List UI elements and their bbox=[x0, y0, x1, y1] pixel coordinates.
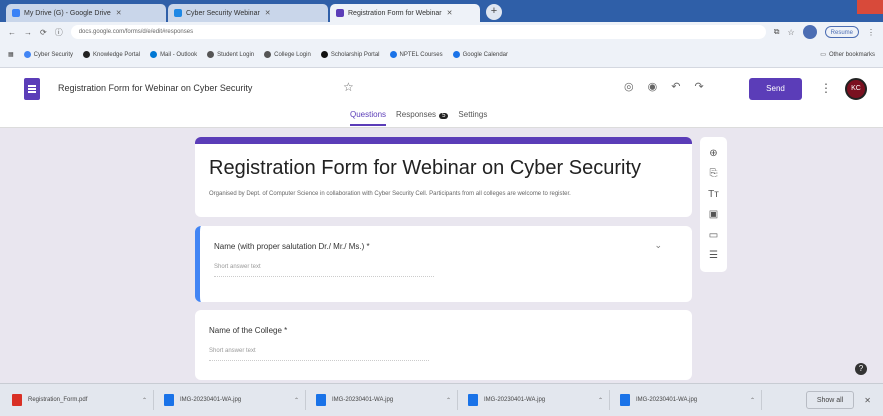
pdf-file-icon bbox=[12, 394, 22, 406]
profile-avatar[interactable] bbox=[802, 25, 817, 39]
form-name[interactable]: Registration Form for Webinar on Cyber S… bbox=[58, 83, 252, 93]
redo-icon[interactable]: ↷ bbox=[694, 80, 703, 93]
browser-tab-active[interactable]: Registration Form for Webinar ✕ bbox=[330, 4, 480, 22]
download-item[interactable]: IMG-20230401-WA.jpg ⌃ bbox=[310, 390, 458, 410]
help-icon[interactable]: ? bbox=[855, 363, 867, 375]
bookmark-item[interactable]: Google Calendar bbox=[452, 51, 508, 58]
bookmark-star-icon[interactable]: ☆ bbox=[787, 28, 794, 37]
tab-settings[interactable]: Settings bbox=[458, 110, 487, 126]
browser-menu-icon[interactable]: ⋮ bbox=[867, 28, 875, 37]
forms-toolbar: Registration Form for Webinar on Cyber S… bbox=[0, 68, 883, 128]
browser-tab[interactable]: Cyber Security Webinar ✕ bbox=[168, 4, 328, 22]
question-card[interactable]: Name (with proper salutation Dr./ Mr./ M… bbox=[195, 226, 692, 302]
show-all-button[interactable]: Show all bbox=[805, 391, 855, 409]
address-bar-row: ← → ⟳ ⓘ docs.google.com/forms/d/e/edit#r… bbox=[0, 22, 883, 42]
browser-tab[interactable]: My Drive (G) - Google Drive ✕ bbox=[6, 4, 166, 22]
bookmark-item[interactable]: College Login bbox=[264, 51, 311, 58]
image-file-icon bbox=[316, 394, 326, 406]
question-title[interactable]: Name (with proper salutation Dr./ Mr./ M… bbox=[214, 242, 370, 251]
add-question-icon[interactable]: ⊕ bbox=[709, 148, 717, 159]
chevron-up-icon[interactable]: ⌃ bbox=[750, 397, 755, 404]
tab-label: My Drive (G) - Google Drive bbox=[24, 9, 111, 17]
bookmark-item[interactable]: Cyber Security bbox=[23, 51, 73, 58]
bookmark-item[interactable]: Mail - Outlook bbox=[150, 51, 197, 58]
image-file-icon bbox=[164, 394, 174, 406]
extensions-icon[interactable]: ⧉ bbox=[774, 27, 780, 37]
toolbar-icons: ◎ ◉ ↶ ↷ bbox=[624, 80, 704, 93]
form-header-card[interactable]: Registration Form for Webinar on Cyber S… bbox=[195, 137, 692, 217]
tab-label: Registration Form for Webinar bbox=[348, 9, 442, 17]
account-avatar[interactable]: KC bbox=[845, 78, 867, 100]
folder-icon: ▭ bbox=[820, 52, 826, 58]
browser-tab-strip: My Drive (G) - Google Drive ✕ Cyber Secu… bbox=[0, 0, 883, 22]
back-icon[interactable]: ← bbox=[8, 28, 16, 37]
bookmark-item[interactable]: NPTEL Courses bbox=[389, 51, 443, 58]
downloads-bar: Registration_Form.pdf ⌃ IMG-20230401-WA.… bbox=[0, 383, 883, 416]
add-section-icon[interactable]: ☰ bbox=[709, 250, 718, 261]
new-tab-button[interactable]: + bbox=[486, 4, 502, 20]
more-options-icon[interactable]: ⋮ bbox=[820, 81, 832, 95]
tab-questions[interactable]: Questions bbox=[350, 110, 387, 126]
bookmark-item[interactable]: Scholarship Portal bbox=[320, 51, 380, 58]
bookmark-favicon-icon bbox=[207, 51, 215, 58]
close-downloads-icon[interactable]: ✕ bbox=[858, 396, 877, 405]
chevron-up-icon[interactable]: ⌃ bbox=[598, 397, 603, 404]
tab-responses[interactable]: Responses 5 bbox=[396, 110, 449, 126]
bookmark-item[interactable]: Knowledge Portal bbox=[83, 51, 140, 58]
forms-favicon-icon bbox=[336, 9, 344, 17]
send-button[interactable]: Send bbox=[749, 78, 802, 100]
form-description[interactable]: Organised by Dept. of Computer Science i… bbox=[209, 190, 679, 198]
download-item[interactable]: IMG-20230401-WA.jpg ⌃ bbox=[614, 390, 762, 410]
tab-label: Cyber Security Webinar bbox=[186, 9, 260, 17]
tab-close-icon[interactable]: ✕ bbox=[447, 9, 453, 17]
bookmark-item[interactable]: Student Login bbox=[207, 51, 254, 58]
google-forms-logo-icon[interactable] bbox=[24, 78, 40, 100]
url-input[interactable]: docs.google.com/forms/d/e/edit#responses bbox=[70, 25, 766, 39]
drive-favicon-icon bbox=[12, 9, 20, 17]
download-item[interactable]: Registration_Form.pdf ⌃ bbox=[6, 390, 154, 410]
bookmark-favicon-icon bbox=[83, 51, 91, 58]
tab-close-icon[interactable]: ✕ bbox=[116, 9, 122, 17]
image-file-icon bbox=[620, 394, 630, 406]
chevron-up-icon[interactable]: ⌃ bbox=[446, 397, 451, 404]
bookmark-favicon-icon bbox=[264, 51, 272, 58]
apps-grid-icon[interactable]: ▦ bbox=[8, 51, 14, 58]
image-file-icon bbox=[468, 394, 478, 406]
form-tabs: Questions Responses 5 Settings bbox=[350, 110, 487, 126]
undo-icon[interactable]: ↶ bbox=[671, 80, 680, 93]
add-video-icon[interactable]: ▭ bbox=[709, 230, 718, 241]
info-icon[interactable]: ⓘ bbox=[55, 27, 63, 38]
resume-button[interactable]: Resume bbox=[824, 26, 859, 38]
preview-eye-icon[interactable]: ◉ bbox=[648, 80, 658, 93]
short-answer-placeholder: Short answer text bbox=[209, 348, 429, 361]
forward-icon[interactable]: → bbox=[24, 28, 32, 37]
short-answer-placeholder: Short answer text bbox=[214, 264, 434, 277]
chevron-up-icon[interactable]: ⌃ bbox=[294, 397, 299, 404]
other-bookmarks[interactable]: ▭ Other bookmarks bbox=[820, 51, 875, 59]
star-icon[interactable]: ☆ bbox=[343, 80, 354, 94]
download-item[interactable]: IMG-20230401-WA.jpg ⌃ bbox=[462, 390, 610, 410]
bookmark-favicon-icon bbox=[452, 51, 460, 58]
question-card[interactable]: Name of the College * Short answer text bbox=[195, 310, 692, 380]
form-title[interactable]: Registration Form for Webinar on Cyber S… bbox=[209, 157, 641, 180]
add-title-icon[interactable]: Tт bbox=[708, 189, 719, 200]
bookmark-favicon-icon bbox=[150, 51, 158, 58]
bookmark-favicon-icon bbox=[389, 51, 397, 58]
bookmarks-bar: ▦ Cyber Security Knowledge Portal Mail -… bbox=[0, 42, 883, 68]
customize-theme-icon[interactable]: ◎ bbox=[624, 80, 634, 93]
question-title[interactable]: Name of the College * bbox=[209, 326, 287, 335]
reload-icon[interactable]: ⟳ bbox=[40, 28, 47, 37]
import-questions-icon[interactable]: ⎘ bbox=[710, 168, 718, 179]
floating-toolbar: ⊕ ⎘ Tт ▣ ▭ ☰ bbox=[700, 137, 727, 272]
bookmark-favicon-icon bbox=[23, 51, 31, 58]
window-close-button[interactable] bbox=[857, 0, 883, 14]
chevron-up-icon[interactable]: ⌃ bbox=[142, 397, 147, 404]
add-image-icon[interactable]: ▣ bbox=[709, 209, 718, 220]
bookmark-favicon-icon bbox=[320, 51, 328, 58]
tab-close-icon[interactable]: ✕ bbox=[265, 9, 271, 17]
docs-favicon-icon bbox=[174, 9, 182, 17]
download-item[interactable]: IMG-20230401-WA.jpg ⌃ bbox=[158, 390, 306, 410]
responses-count-badge: 5 bbox=[439, 113, 449, 119]
chevron-down-icon[interactable]: ⌄ bbox=[654, 240, 662, 251]
